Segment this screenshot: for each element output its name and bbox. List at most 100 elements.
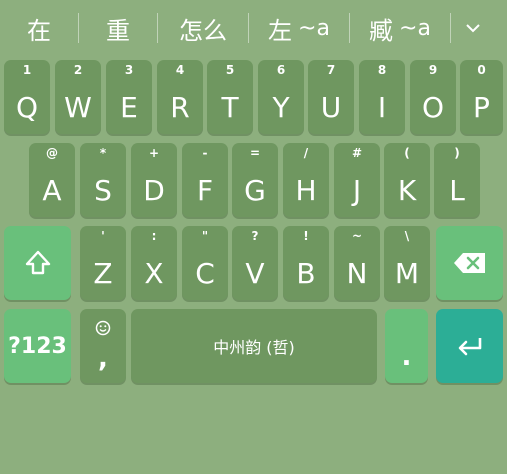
key-label: D: [143, 174, 165, 207]
key-hint: #: [351, 146, 363, 160]
key-y[interactable]: 6Y: [258, 60, 304, 134]
backspace-key[interactable]: [436, 226, 503, 300]
candidate-3[interactable]: 左 ~a: [249, 0, 349, 56]
candidate-4[interactable]: 臧 ~a: [350, 0, 450, 56]
key-g[interactable]: = G: [232, 143, 278, 217]
key-hint: 4: [175, 63, 185, 77]
shift-icon: [25, 250, 50, 275]
key-s[interactable]: * S: [80, 143, 126, 217]
key-label: M: [394, 257, 420, 290]
key-hint: *: [99, 146, 107, 160]
key-hint: 9: [428, 63, 438, 77]
key-z[interactable]: ' Z: [80, 226, 126, 300]
key-hint: (: [404, 146, 410, 160]
comma-key[interactable]: ,: [80, 309, 126, 383]
key-u[interactable]: 7U: [308, 60, 354, 134]
key-label: K: [397, 174, 417, 207]
shift-key[interactable]: [4, 226, 71, 300]
key-hint: !: [303, 229, 309, 243]
key-label: P: [473, 91, 490, 124]
key-q[interactable]: 1Q: [4, 60, 50, 134]
key-o[interactable]: 9O: [410, 60, 456, 134]
key-hint: 2: [73, 63, 83, 77]
candidate-1[interactable]: 重: [79, 0, 157, 56]
symbols-label: ?123: [8, 333, 67, 359]
key-hint: 5: [225, 63, 235, 77]
key-k[interactable]: (K: [384, 143, 430, 217]
key-label: L: [449, 174, 465, 207]
key-j[interactable]: # J: [334, 143, 380, 217]
key-e[interactable]: 3E: [106, 60, 152, 134]
key-v[interactable]: ? V: [232, 226, 278, 300]
candidate-text: 在: [27, 16, 51, 45]
key-hint: ?: [251, 229, 259, 243]
key-label: C: [195, 257, 215, 290]
key-label: N: [346, 257, 368, 290]
key-w[interactable]: 2W: [55, 60, 101, 134]
space-label: 中州韵 (哲): [213, 338, 295, 357]
key-a[interactable]: @ A: [29, 143, 75, 217]
key-t[interactable]: 5T: [207, 60, 253, 134]
candidate-bar: 在 重 怎么 左 ~a 臧 ~a: [0, 0, 507, 56]
key-label: A: [42, 174, 62, 207]
key-hint: 1: [22, 63, 32, 77]
period-label: .: [401, 342, 412, 372]
key-hint: \: [404, 229, 410, 243]
key-label: I: [377, 91, 387, 124]
key-hint: =: [249, 146, 261, 160]
key-hint: /: [303, 146, 309, 160]
key-label: S: [94, 174, 112, 207]
key-label: X: [144, 257, 164, 290]
key-label: T: [221, 91, 239, 124]
key-hint: 0: [477, 63, 486, 77]
candidate-0[interactable]: 在: [0, 0, 78, 56]
key-l[interactable]: ) L: [434, 143, 480, 217]
key-label: Q: [15, 91, 39, 124]
candidate-text: 怎么: [179, 16, 227, 45]
key-h[interactable]: / H: [283, 143, 329, 217]
key-p[interactable]: 0P: [460, 60, 503, 134]
key-label: B: [296, 257, 316, 290]
key-hint: 6: [276, 63, 286, 77]
symbols-key[interactable]: ?123: [4, 309, 71, 383]
enter-icon: [458, 338, 481, 356]
key-hint: +: [148, 146, 160, 160]
key-hint: @: [46, 146, 58, 160]
key-label: V: [245, 257, 265, 290]
key-hint: 7: [326, 63, 336, 77]
key-hint: ": [201, 229, 209, 243]
key-n[interactable]: ~ N: [334, 226, 380, 300]
enter-key[interactable]: [436, 309, 503, 383]
key-label: W: [64, 91, 92, 124]
key-label: H: [295, 174, 317, 207]
key-x[interactable]: :X: [131, 226, 177, 300]
key-label: E: [120, 91, 138, 124]
key-label: J: [352, 174, 362, 207]
key-hint: 3: [124, 63, 134, 77]
emoji-icon: [95, 320, 111, 336]
key-hint: ~: [351, 229, 363, 243]
key-hint: ': [101, 229, 105, 243]
space-key[interactable]: 中州韵 (哲): [131, 309, 377, 383]
key-label: Y: [272, 91, 290, 124]
key-i[interactable]: 8I: [359, 60, 405, 134]
candidate-2[interactable]: 怎么: [158, 0, 248, 56]
key-r[interactable]: 4R: [157, 60, 203, 134]
key-m[interactable]: \ M: [384, 226, 430, 300]
key-hint: ): [454, 146, 460, 160]
chevron-down-icon: [466, 24, 480, 33]
key-label: F: [196, 174, 214, 207]
key-c[interactable]: " C: [182, 226, 228, 300]
period-key[interactable]: .: [385, 309, 428, 383]
key-d[interactable]: + D: [131, 143, 177, 217]
key-b[interactable]: ! B: [283, 226, 329, 300]
candidate-text: 左: [268, 16, 293, 45]
key-label: R: [170, 91, 190, 124]
key-hint: 8: [377, 63, 387, 77]
key-f[interactable]: -F: [182, 143, 228, 217]
key-hint: :: [151, 229, 157, 243]
key-label: U: [320, 91, 342, 124]
comma-label: ,: [98, 344, 108, 374]
expand-candidates-button[interactable]: [451, 0, 495, 56]
key-hint: -: [202, 146, 208, 160]
